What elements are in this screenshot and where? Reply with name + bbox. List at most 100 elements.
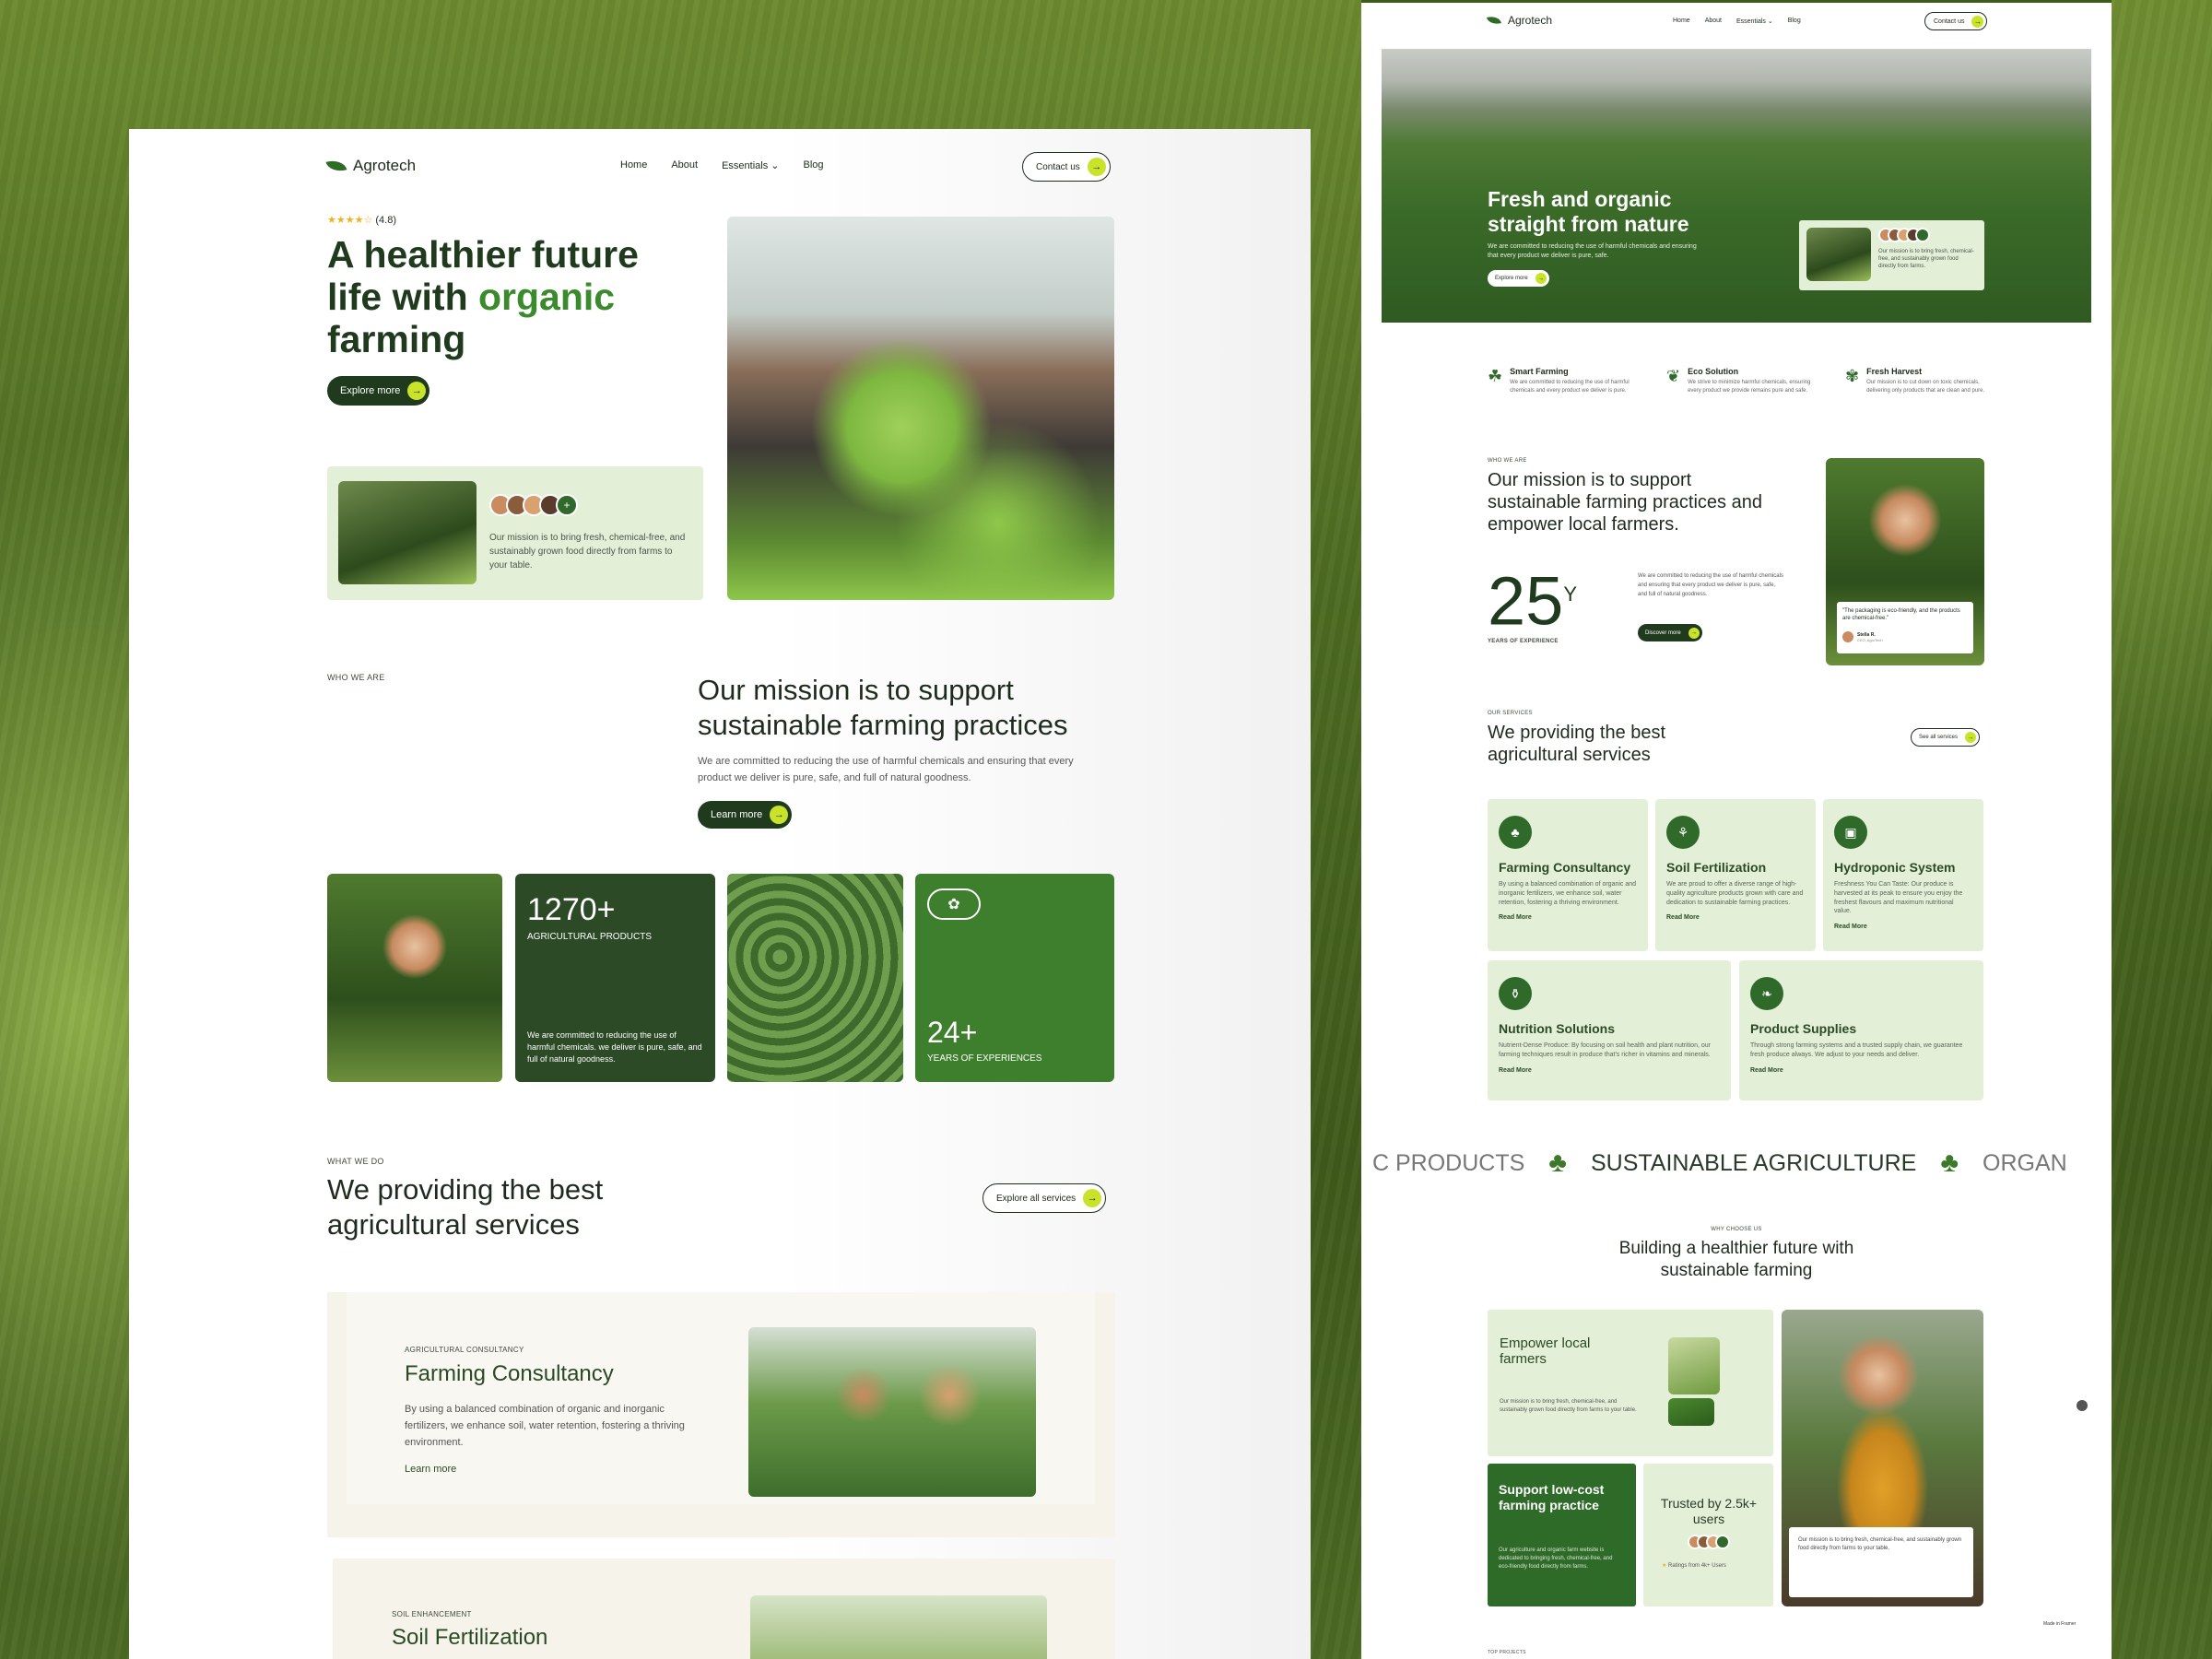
hero-title: A healthier future life with organic far… [327,233,696,360]
soil-icon: ⚘ [1666,816,1700,849]
contact-button[interactable]: Contact us → [1924,12,1988,30]
service-learn-more-link[interactable]: Learn more [405,1464,456,1475]
mission-title: Our mission is to support sustainable fa… [698,674,1068,741]
hero-title-line-2: life with [327,276,478,318]
service-title: Nutrition Solutions [1499,1021,1615,1036]
products-description: We are committed to reducing the use of … [527,1030,702,1064]
nav-blog[interactable]: Blog [804,159,824,171]
read-more-link[interactable]: Read More [1750,1067,1972,1074]
leaf-icon: ❧ [1750,977,1783,1010]
read-more-link[interactable]: Read More [1666,914,1805,921]
what-we-do-label: WHAT WE DO [327,1157,384,1166]
leaf-icon: ♣ [1940,1147,1959,1178]
testimonial-quote: "The packaging is eco-friendly, and the … [1842,608,1960,621]
nav-about[interactable]: About [671,159,698,171]
why-choose-us-label: WHY CHOOSE US [1711,1227,1762,1232]
arrow-right-icon: → [1087,158,1106,176]
contact-label: Contact us [1934,18,1965,25]
ratings: ★ Ratings from 4k+ Users [1662,1562,1726,1569]
service-farming-consultancy[interactable]: ♣ Farming Consultancy By using a balance… [1488,799,1648,951]
years-label: YEARS OF EXPERIENCE [1488,639,1559,644]
seedling-image [1806,228,1871,281]
plus-icon[interactable] [1915,228,1930,242]
arrow-right-icon: → [770,806,789,824]
arrow-right-icon: → [1688,627,1700,639]
farmer-card-text: Our mission is to bring fresh, chemical-… [1789,1527,1973,1597]
support-desc: Our agriculture and organic farm website… [1499,1547,1613,1570]
avatar-group: + [489,494,578,516]
lettuce-field-image [727,874,903,1082]
learn-more-button[interactable]: Learn more → [698,801,793,829]
explore-more-button[interactable]: Explore more → [1488,270,1549,287]
hero-description: We are committed to reducing the use of … [1488,243,1697,259]
marquee-banner: C PRODUCTS ♣ SUSTAINABLE AGRICULTURE ♣ O… [1372,1147,2100,1179]
nav-home[interactable]: Home [1673,18,1690,25]
nav-essentials[interactable]: Essentials ⌄ [722,159,779,171]
main-nav: Home About Essentials ⌄ Blog [620,159,824,171]
explore-services-button[interactable]: Explore all services → [982,1183,1107,1213]
years-description: We are committed to reducing the use of … [1638,573,1783,597]
farmer-woman-vegetables-image: Our mission is to bring fresh, chemical-… [1782,1310,1983,1606]
feature-desc: Our mission is to cut down on toxic chem… [1866,380,1985,394]
explore-more-button[interactable]: Explore more → [327,376,430,406]
feature-title: Fresh Harvest [1866,367,1923,376]
empower-title: Empower local farmers [1500,1335,1591,1367]
service-product-supplies[interactable]: ❧ Product Supplies Through strong farmin… [1739,960,1983,1100]
farm-hero-image: Fresh and organic straight from nature W… [1382,49,2091,323]
brand-logo[interactable]: Agrotech [1486,14,1552,27]
see-all-services-button[interactable]: See all services → [1911,728,1981,747]
nav-essentials[interactable]: Essentials ⌄ [1736,18,1773,25]
avatar-group [1878,228,1930,242]
service-description: By using a balanced combination of organ… [405,1404,685,1448]
nav-home[interactable]: Home [620,159,647,171]
read-more-link[interactable]: Read More [1834,924,1972,930]
service-nutrition-solutions[interactable]: ⚱ Nutrition Solutions Nutrient-Dense Pro… [1488,960,1731,1100]
services-title: We providing the best agricultural servi… [327,1173,604,1241]
mission-card-text: Our mission is to bring fresh, chemical-… [489,533,686,571]
leaf-logo-icon [325,157,347,175]
farmer-woman-image: "The packaging is eco-friendly, and the … [1826,458,1984,665]
brand-logo[interactable]: Agrotech [325,157,416,175]
products-count: 1270+ [527,892,616,927]
nav-about[interactable]: About [1705,18,1722,25]
farmer-woman-image [327,874,502,1082]
testimonial-role: CEO, AgroTech [1857,637,1883,642]
feature-desc: We are committed to reducing the use of … [1510,380,1630,394]
empower-card: Empower local farmers Our mission is to … [1488,1310,1773,1456]
years-number: 25 [1488,562,1564,640]
trusted-card: Trusted by 2.5k+ users ★ Ratings from 4k… [1643,1464,1773,1606]
service-card-soil: SOIL ENHANCEMENT Soil Fertilization [333,1559,1115,1659]
scroll-indicator[interactable] [2077,1400,2088,1411]
read-more-link[interactable]: Read More [1499,1067,1720,1074]
framer-badge[interactable]: Made in Framer [2043,1621,2076,1627]
marquee-text: ORGAN [1983,1149,2067,1176]
nav-blog[interactable]: Blog [1788,18,1801,25]
support-title: Support low-cost farming practice [1499,1482,1605,1512]
service-desc: We are proud to offer a diverse range of… [1666,881,1804,906]
service-desc: Through strong farming systems and a tru… [1750,1042,1963,1058]
plus-icon[interactable] [1715,1535,1730,1549]
rating-value: (4.8) [375,215,396,226]
services-title: We providing the best agricultural servi… [1488,723,1666,765]
service-desc: Nutrient-Dense Produce: By focusing on s… [1499,1042,1711,1058]
farmer-icon: ☘ [1488,367,1503,385]
plus-icon[interactable]: + [556,494,578,516]
right-page-mockup: Agrotech Home About Essentials ⌄ Blog Co… [1361,0,2112,1659]
service-card-consultancy: AGRICULTURAL CONSULTANCY Farming Consult… [347,1292,1095,1504]
service-soil-fertilization[interactable]: ⚘ Soil Fertilization We are proud to off… [1655,799,1816,951]
trusted-title: Trusted by 2.5k+ users [1660,1496,1758,1526]
service-hydroponic-system[interactable]: ▣ Hydroponic System Freshness You Can Ta… [1823,799,1983,951]
testimonial-card: "The packaging is eco-friendly, and the … [1837,602,1973,653]
top-projects-label: TOP PROJECTS [1488,1650,1526,1655]
service-title: Hydroponic System [1834,860,1956,875]
read-more-link[interactable]: Read More [1499,914,1637,921]
farmer-icon: ♣ [1499,816,1532,849]
hero-title-line-3: farming [327,318,466,360]
years-stat: 25Y [1488,560,1577,636]
arrow-right-icon: → [1083,1189,1102,1207]
discover-more-button[interactable]: Discover more → [1638,624,1702,641]
experience-stat-card: ✿ 24+ YEARS OF EXPERIENCES [915,874,1114,1082]
hero-farmers-image [727,217,1114,600]
contact-button[interactable]: Contact us → [1022,152,1111,182]
years-suffix: Y [1563,582,1577,606]
